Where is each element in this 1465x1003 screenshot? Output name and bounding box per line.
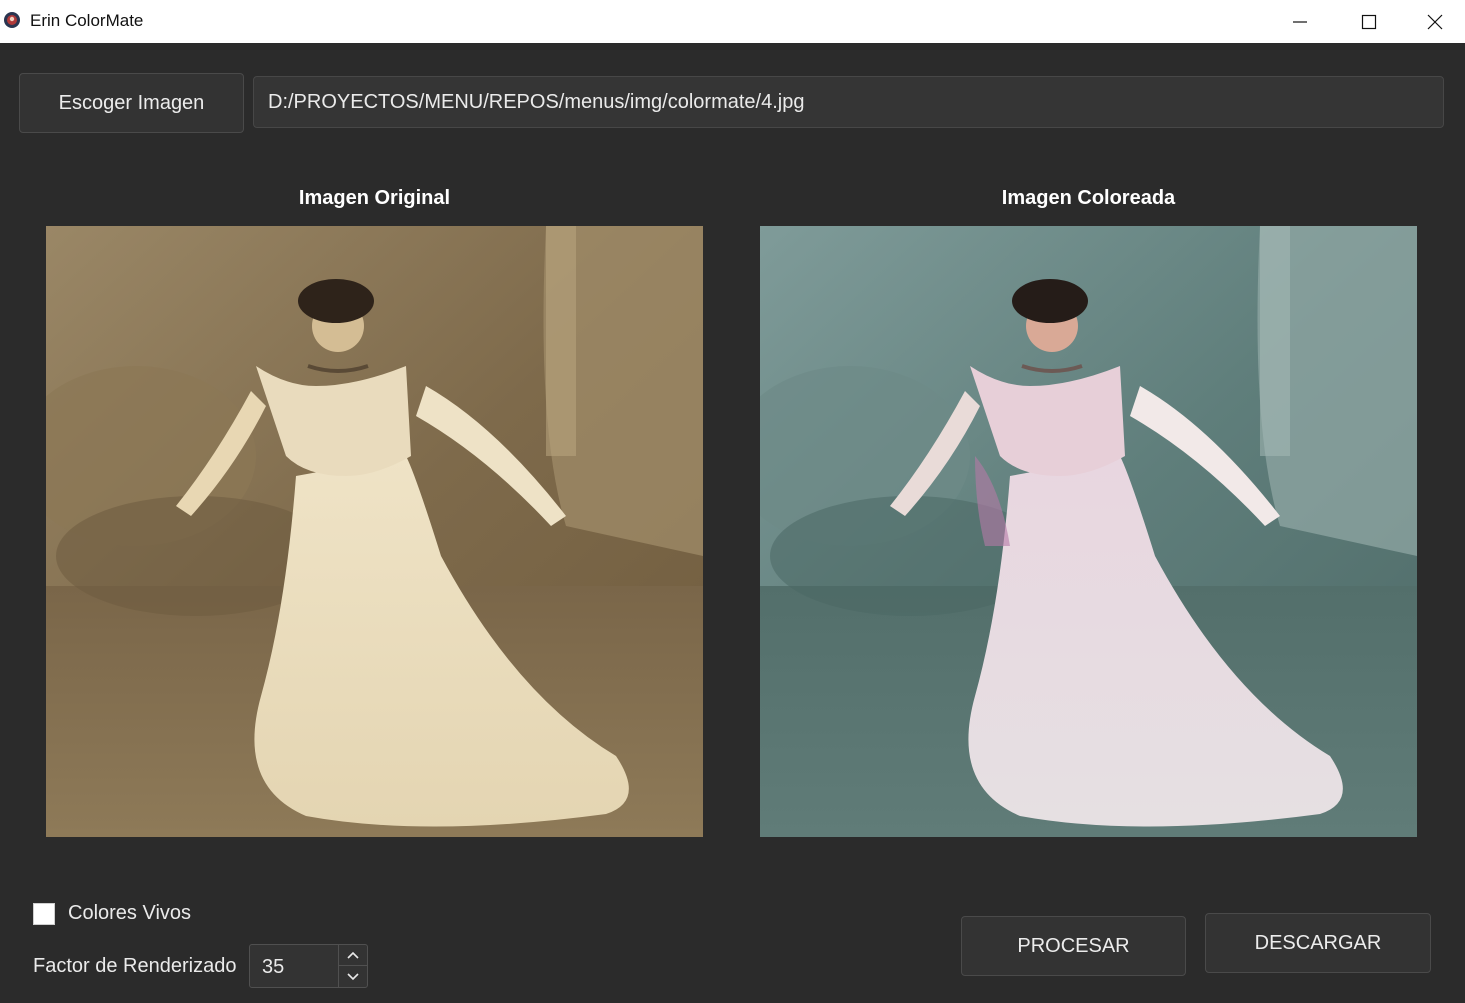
render-factor-label: Factor de Renderizado (33, 955, 237, 977)
window-title: Erin ColorMate (30, 11, 144, 30)
minimize-icon (1293, 20, 1307, 23)
maximize-icon (1361, 14, 1377, 29)
render-factor-spinbox[interactable]: 35 (249, 944, 368, 988)
original-image (46, 226, 703, 837)
chevron-down-icon (347, 972, 359, 980)
colored-image (760, 226, 1417, 837)
close-button[interactable] (1404, 0, 1465, 43)
process-button[interactable]: PROCESAR (961, 916, 1186, 976)
close-icon (1427, 14, 1442, 29)
checkbox-box[interactable] (33, 902, 55, 925)
original-image-title: Imagen Original (298, 187, 451, 209)
app-icon (4, 12, 20, 28)
maximize-button[interactable] (1334, 0, 1404, 43)
spin-down-button[interactable] (339, 966, 367, 987)
minimize-button[interactable] (1265, 0, 1335, 43)
chevron-up-icon (347, 951, 359, 959)
vivid-colors-label: Colores Vivos (68, 902, 192, 924)
colored-image-title: Imagen Coloreada (1001, 187, 1176, 209)
app-window: Erin ColorMate Escoger Imagen D:/PROYECT… (0, 0, 1465, 1003)
title-bar: Erin ColorMate (0, 0, 1465, 43)
download-button[interactable]: DESCARGAR (1205, 913, 1431, 973)
spin-buttons (338, 945, 367, 987)
spin-up-button[interactable] (339, 945, 367, 966)
choose-image-button[interactable]: Escoger Imagen (19, 73, 244, 133)
image-path-field[interactable]: D:/PROYECTOS/MENU/REPOS/menus/img/colorm… (253, 76, 1444, 128)
render-factor-value[interactable]: 35 (262, 945, 284, 989)
vivid-colors-checkbox[interactable]: Colores Vivos (33, 902, 191, 925)
